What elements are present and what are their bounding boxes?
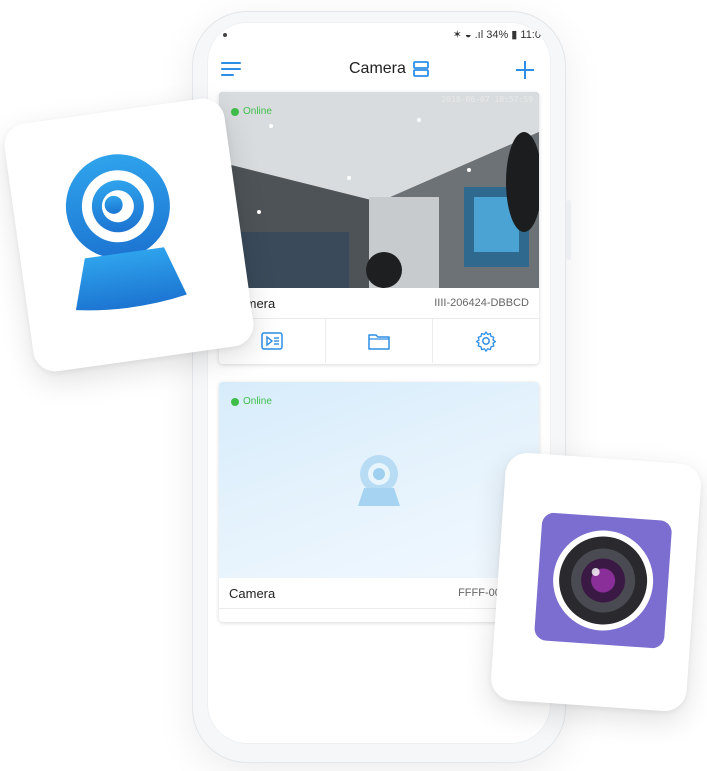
camera-card-2[interactable]: Online Camera FFFF-000718- [219,382,539,622]
settings-button[interactable] [433,319,539,363]
status-badge: Online [231,106,272,117]
layout-icon[interactable] [412,60,430,78]
camera-card-1[interactable]: 2018-06-07 18:57:59 Online Camera IIII-2… [219,92,539,364]
app-tile-purple-camera [489,451,703,713]
camera-actions [219,319,539,363]
camera-live-view[interactable]: 2018-06-07 18:57:59 Online [219,92,539,288]
phone-side-button [566,200,571,260]
folder-icon [368,334,390,350]
camera-info-row: Camera IIII-206424-DBBCD [219,288,539,319]
app-tile-blue-camera [1,95,257,375]
camera-id: IIII-206424-DBBCD [434,297,529,309]
camera-name: Camera [229,586,276,601]
blue-camera-logo [65,154,187,311]
files-button[interactable] [326,319,433,363]
video-timestamp: 2018-06-07 18:57:59 [441,95,533,104]
app-header: Camera [207,48,551,92]
status-label: Online [243,106,272,117]
online-dot [231,107,239,116]
status-badge: Online [231,396,272,407]
playback-icon [261,332,283,350]
room-scene [219,92,539,288]
status-text: ✶ ◒ .ıl 34% ▮ 11:0 [452,29,541,41]
status-label: Online [243,396,272,407]
purple-lens-logo [534,512,672,649]
status-bar: ✶ ◒ .ıl 34% ▮ 11:0 [207,22,551,48]
camera-placeholder-view[interactable]: Online [219,382,539,578]
camera-placeholder-icon [358,455,400,506]
gear-icon [475,331,497,352]
camera-dot [223,33,227,37]
online-dot [231,397,239,406]
page-title: Camera [349,60,406,77]
menu-icon[interactable] [221,60,243,78]
camera-info-row: Camera FFFF-000718- [219,578,539,609]
title-group: Camera [349,60,430,78]
plus-icon[interactable] [515,60,535,80]
